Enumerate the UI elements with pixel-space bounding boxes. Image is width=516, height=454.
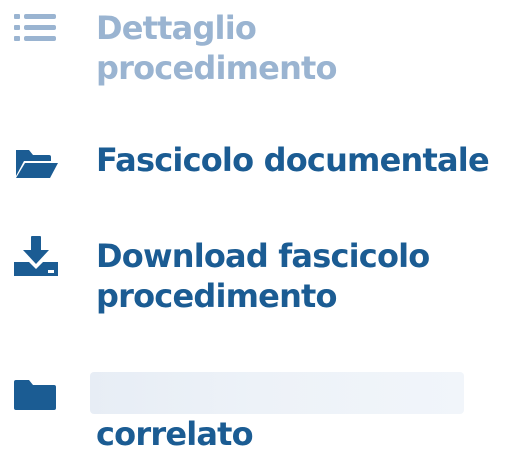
folder-icon: [14, 376, 58, 416]
menu-item-label: correlato: [96, 414, 254, 454]
list-icon: [14, 10, 58, 50]
menu-item-correlato[interactable]: correlato: [0, 366, 516, 454]
menu-item-label-line1: Fascicolo documentale: [96, 141, 490, 179]
folder-open-icon: [14, 144, 58, 184]
menu-item-label: Fascicolo documentale: [96, 140, 490, 180]
menu-item-fascicolo-documentale[interactable]: Fascicolo documentale: [0, 140, 516, 190]
menu-item-download-fascicolo[interactable]: Download fascicolo procedimento: [0, 232, 516, 328]
menu-item-label: Dettaglio procedimento: [96, 8, 338, 88]
side-menu: Dettaglio procedimento Fascicolo documen…: [0, 0, 516, 454]
menu-item-dettaglio-procedimento[interactable]: Dettaglio procedimento: [0, 0, 516, 100]
menu-item-label-line2: procedimento: [96, 49, 338, 87]
redacted-label-bar: [90, 372, 464, 414]
menu-item-label-line1: Download fascicolo: [96, 237, 430, 275]
menu-item-label: Download fascicolo procedimento: [96, 236, 430, 316]
download-icon: [14, 232, 58, 276]
menu-item-label-line2: procedimento: [96, 277, 338, 315]
menu-item-label-line1: Dettaglio: [96, 9, 257, 47]
menu-item-label-line2: correlato: [96, 415, 254, 453]
